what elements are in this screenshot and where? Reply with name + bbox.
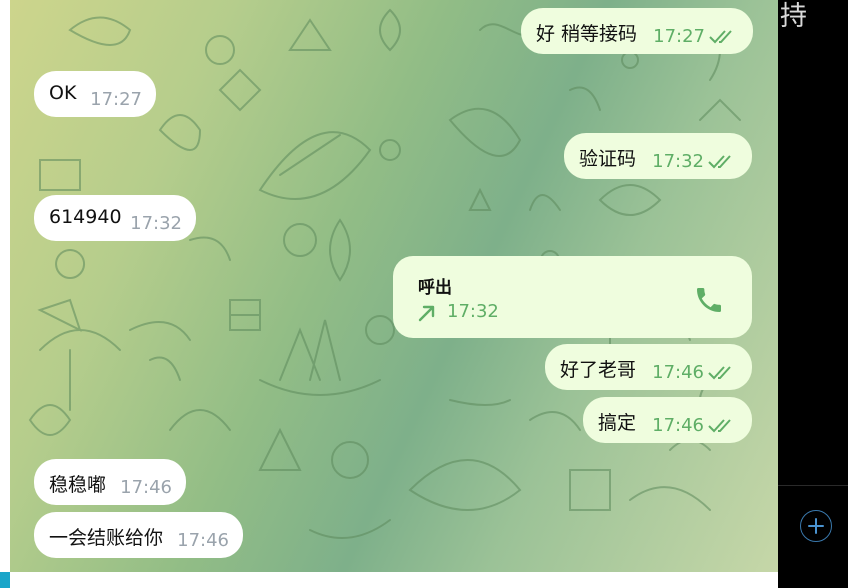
message-text: 好 稍等接码 (536, 23, 638, 45)
call-time: 17:32 (447, 301, 499, 322)
message-time: 17:32 (130, 213, 182, 234)
chat-header-title-fragment: 持 (780, 1, 807, 32)
message-time: 17:46 (120, 477, 172, 498)
divider (778, 485, 848, 486)
message-time: 17:27 (90, 89, 142, 110)
message-text: 搞定 (598, 412, 637, 434)
message-time: 17:46 (177, 530, 229, 551)
double-check-icon (708, 419, 731, 433)
message-text: 好了老哥 (560, 359, 637, 381)
message-text: 614940 (49, 206, 122, 228)
outgoing-message[interactable]: 搞定 17:46 (583, 397, 752, 443)
incoming-message[interactable]: 一会结账给你 17:46 (34, 512, 243, 558)
message-time: 17:46 (652, 415, 704, 436)
incoming-message[interactable]: 稳稳嘟 17:46 (34, 459, 186, 505)
accent-strip (0, 572, 10, 588)
call-title: 呼出 (418, 278, 452, 298)
message-input-bar[interactable] (0, 572, 778, 588)
message-text: OK (49, 82, 77, 104)
outgoing-arrow-icon (418, 305, 435, 322)
add-button[interactable] (800, 510, 832, 542)
incoming-message[interactable]: OK 17:27 (34, 71, 156, 117)
double-check-icon (708, 155, 731, 169)
message-time: 17:46 (652, 362, 704, 383)
message-time: 17:32 (652, 151, 704, 172)
outgoing-call-message[interactable]: 呼出 17:32 (393, 256, 752, 338)
incoming-message[interactable]: 614940 17:32 (34, 195, 196, 241)
message-text: 验证码 (579, 148, 637, 170)
left-panel-edge (0, 0, 10, 588)
outgoing-message[interactable]: 好 稍等接码 17:27 (521, 8, 753, 54)
phone-icon[interactable] (693, 284, 725, 316)
message-text: 稳稳嘟 (49, 474, 107, 496)
message-time: 17:27 (653, 26, 705, 47)
double-check-icon (709, 30, 732, 44)
plus-icon (808, 518, 824, 534)
outgoing-message[interactable]: 好了老哥 17:46 (545, 344, 752, 390)
double-check-icon (708, 366, 731, 380)
outgoing-message[interactable]: 验证码 17:32 (564, 133, 752, 179)
message-text: 一会结账给你 (49, 527, 164, 549)
chat-area[interactable]: 好 稍等接码 17:27 OK 17:27 验证码 17:32 614940 1… (10, 0, 778, 572)
